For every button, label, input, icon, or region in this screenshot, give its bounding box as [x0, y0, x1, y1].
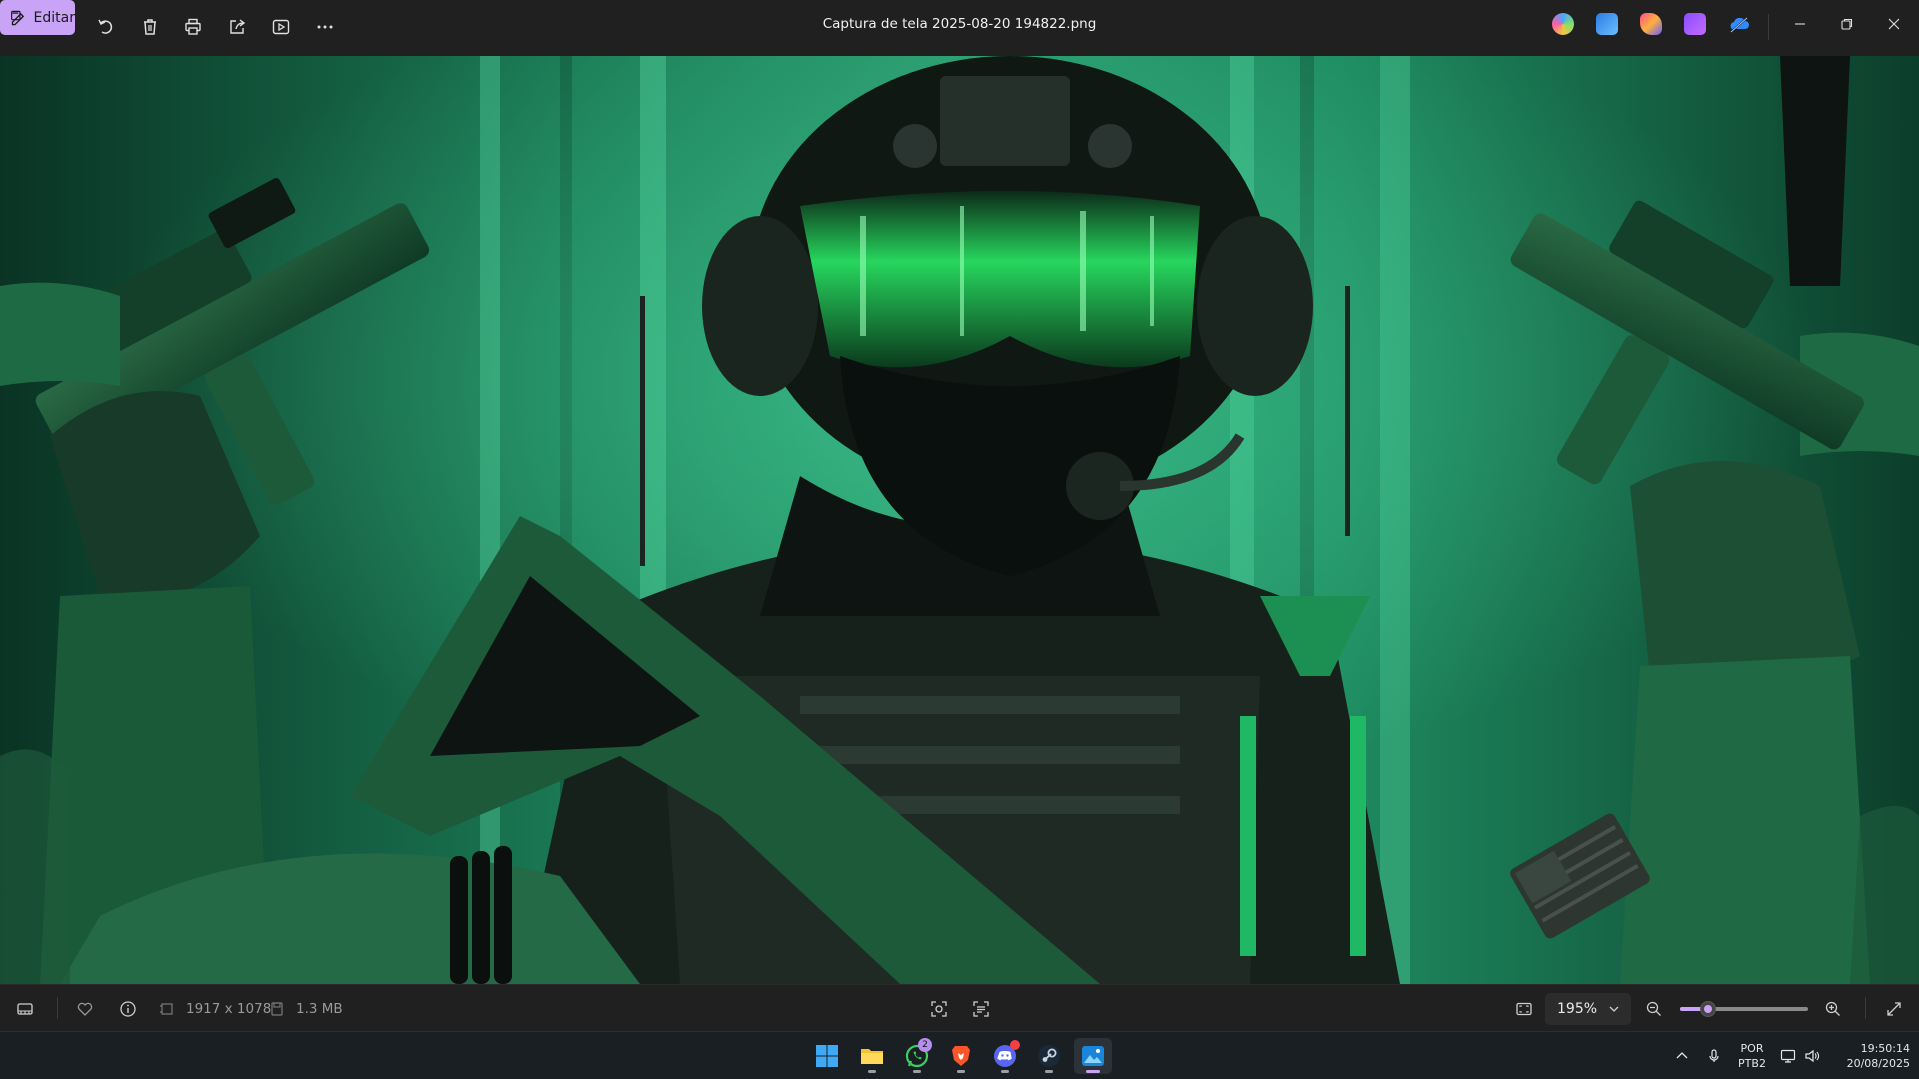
- close-icon: [1888, 18, 1900, 30]
- rotate-button[interactable]: [86, 9, 126, 45]
- print-button[interactable]: [173, 9, 213, 45]
- share-button[interactable]: [217, 9, 257, 45]
- microphone-icon: [1709, 1049, 1719, 1062]
- designer-icon[interactable]: [1640, 13, 1662, 35]
- volume-button[interactable]: [1802, 1046, 1822, 1066]
- zoom-slider-thumb[interactable]: [1700, 1001, 1717, 1017]
- running-indicator: [868, 1070, 876, 1073]
- filmstrip-toggle-button[interactable]: [12, 996, 38, 1022]
- network-icon: [1780, 1049, 1796, 1063]
- taskbar-steam[interactable]: [1030, 1038, 1068, 1074]
- visual-search-button[interactable]: [926, 996, 952, 1022]
- file-info-button[interactable]: [115, 996, 141, 1022]
- zoom-slider[interactable]: [1680, 1001, 1808, 1017]
- clock-time: 19:50:14: [1860, 1042, 1910, 1055]
- expand-icon: [1887, 1002, 1901, 1016]
- running-indicator: [913, 1070, 921, 1073]
- fullscreen-button[interactable]: [1881, 996, 1907, 1022]
- filmstrip-icon: [17, 1003, 33, 1015]
- windows-start-icon: [816, 1045, 838, 1067]
- image-viewport[interactable]: [0, 56, 1919, 984]
- toolbar-divider: [1768, 14, 1769, 40]
- rotate-icon: [98, 19, 113, 34]
- file-size: 1.3 MB: [296, 1001, 343, 1017]
- zoom-out-button[interactable]: [1641, 996, 1667, 1022]
- fit-window-icon: [1516, 1002, 1532, 1016]
- zoom-level-dropdown[interactable]: 195%: [1545, 993, 1631, 1025]
- edit-button[interactable]: Editar: [0, 0, 75, 35]
- heart-icon: [77, 1002, 93, 1016]
- dimensions-icon: [156, 996, 178, 1022]
- zoom-in-button[interactable]: [1820, 996, 1846, 1022]
- slideshow-button[interactable]: [261, 9, 301, 45]
- photos-app-icon: [1082, 1046, 1104, 1066]
- photos-editor-icon[interactable]: [1596, 13, 1618, 35]
- onedrive-icon[interactable]: [1728, 13, 1750, 35]
- trash-icon: [144, 19, 156, 35]
- info-icon: [120, 1001, 136, 1017]
- restore-icon: [1841, 18, 1853, 30]
- network-button[interactable]: [1778, 1046, 1798, 1066]
- language-code: POR: [1740, 1042, 1764, 1055]
- show-hidden-icons-button[interactable]: [1672, 1046, 1692, 1066]
- clock[interactable]: 19:50:14 20/08/2025: [1830, 1041, 1910, 1071]
- zoom-in-icon: [1825, 1001, 1840, 1016]
- bottom-divider-right: [1865, 997, 1866, 1019]
- folder-icon: [861, 1049, 883, 1064]
- active-indicator: [1086, 1070, 1100, 1073]
- restore-button[interactable]: [1825, 8, 1869, 40]
- whatsapp-notification-badge: 2: [918, 1038, 932, 1052]
- scan-text-icon: [973, 1001, 989, 1017]
- more-options-button[interactable]: [305, 9, 345, 45]
- image-dimensions: 1917 x 1078: [186, 1001, 272, 1017]
- clipchamp-icon[interactable]: [1684, 13, 1706, 35]
- running-indicator: [1001, 1070, 1009, 1073]
- taskbar-photos[interactable]: [1074, 1038, 1112, 1074]
- more-dots-icon: [317, 25, 333, 29]
- minimize-icon: [1795, 23, 1805, 25]
- steam-icon: [1038, 1045, 1060, 1067]
- zoom-level-value: 195%: [1557, 1001, 1598, 1017]
- chevron-up-icon: [1676, 1052, 1688, 1059]
- bottom-divider: [57, 997, 58, 1019]
- copilot-icon[interactable]: [1552, 13, 1574, 35]
- microphone-button[interactable]: [1704, 1046, 1724, 1066]
- share-icon: [230, 19, 246, 34]
- minimize-button[interactable]: [1778, 8, 1822, 40]
- delete-button[interactable]: [130, 9, 170, 45]
- soldier-artwork-image: [0, 56, 1919, 984]
- printer-icon: [185, 18, 201, 35]
- taskbar-discord[interactable]: [986, 1038, 1024, 1074]
- start-button[interactable]: [808, 1038, 846, 1074]
- scan-text-button[interactable]: [968, 996, 994, 1022]
- bottom-info-bar: 1917 x 1078 1.3 MB 195%: [0, 984, 1919, 1031]
- input-language-indicator[interactable]: POR PTB2: [1735, 1041, 1769, 1071]
- brave-lion-icon: [952, 1046, 970, 1066]
- visual-search-icon: [931, 1001, 947, 1017]
- file-size-icon: [266, 996, 288, 1022]
- taskbar-whatsapp[interactable]: 2: [898, 1038, 936, 1074]
- clock-date: 20/08/2025: [1846, 1057, 1910, 1070]
- taskbar: 2 POR PTB2 19:50:14 20/08/2025: [0, 1031, 1919, 1079]
- zoom-out-icon: [1646, 1001, 1661, 1016]
- play-icon: [272, 19, 290, 35]
- keyboard-layout: PTB2: [1738, 1057, 1766, 1070]
- discord-notification-dot: [1010, 1040, 1020, 1050]
- fit-to-window-button[interactable]: [1511, 996, 1537, 1022]
- running-indicator: [1045, 1070, 1053, 1073]
- title-bar: Editar Captura de tela 2025-08-20 194822…: [0, 0, 1919, 56]
- edit-pencil-icon: [11, 10, 25, 25]
- edit-button-label: Editar: [33, 9, 75, 26]
- speaker-icon: [1805, 1049, 1820, 1063]
- chevron-down-icon: [1609, 1006, 1619, 1012]
- taskbar-file-explorer[interactable]: [853, 1038, 891, 1074]
- close-button[interactable]: [1872, 8, 1916, 40]
- running-indicator: [957, 1070, 965, 1073]
- taskbar-brave[interactable]: [942, 1038, 980, 1074]
- favorite-button[interactable]: [72, 996, 98, 1022]
